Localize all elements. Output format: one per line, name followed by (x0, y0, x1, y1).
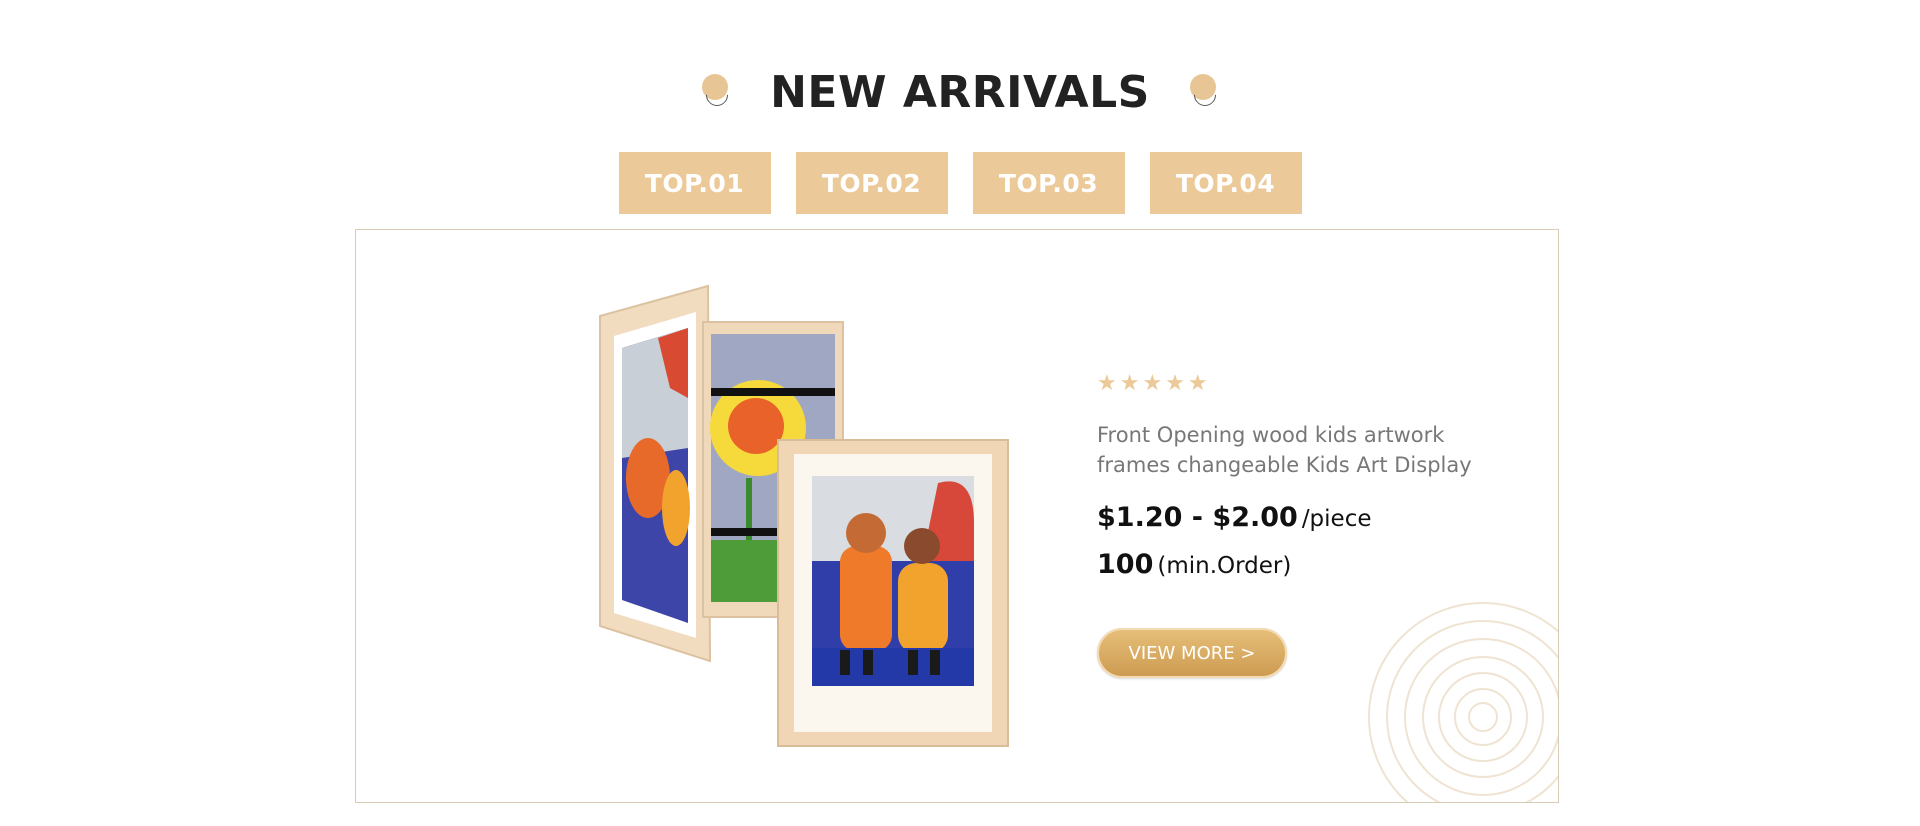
min-order-quantity: 100 (1097, 549, 1154, 580)
view-more-button[interactable]: VIEW MORE > (1097, 628, 1287, 678)
product-info: ★★★★★ Front Opening wood kids artwork fr… (1097, 370, 1497, 678)
price: $1.20 - $2.00 (1097, 502, 1298, 533)
section-title: NEW ARRIVALS (770, 66, 1150, 118)
moq-row: 100 (min.Order) (1097, 549, 1497, 580)
product-card: ★★★★★ Front Opening wood kids artwork fr… (355, 229, 1559, 803)
min-order-label: (min.Order) (1157, 553, 1292, 579)
product-title-line1: Front Opening wood kids artwork (1097, 423, 1445, 447)
tab-top-01[interactable]: TOP.01 (618, 152, 771, 214)
decorative-dot-icon (701, 74, 733, 111)
decorative-dot-icon (1189, 74, 1221, 111)
product-image[interactable] (578, 278, 1058, 778)
tab-top-03[interactable]: TOP.03 (972, 152, 1125, 214)
product-title[interactable]: Front Opening wood kids artwork frames c… (1097, 420, 1497, 480)
section-header: NEW ARRIVALS (0, 62, 1920, 122)
price-row: $1.20 - $2.00/piece (1097, 502, 1497, 533)
price-unit: /piece (1301, 506, 1372, 532)
star-rating: ★★★★★ (1097, 370, 1211, 395)
product-title-line2: frames changeable Kids Art Display (1097, 453, 1472, 477)
tab-bar: TOP.01 TOP.02 TOP.03 TOP.04 (0, 152, 1920, 214)
tab-top-04[interactable]: TOP.04 (1149, 152, 1302, 214)
tab-top-02[interactable]: TOP.02 (795, 152, 948, 214)
